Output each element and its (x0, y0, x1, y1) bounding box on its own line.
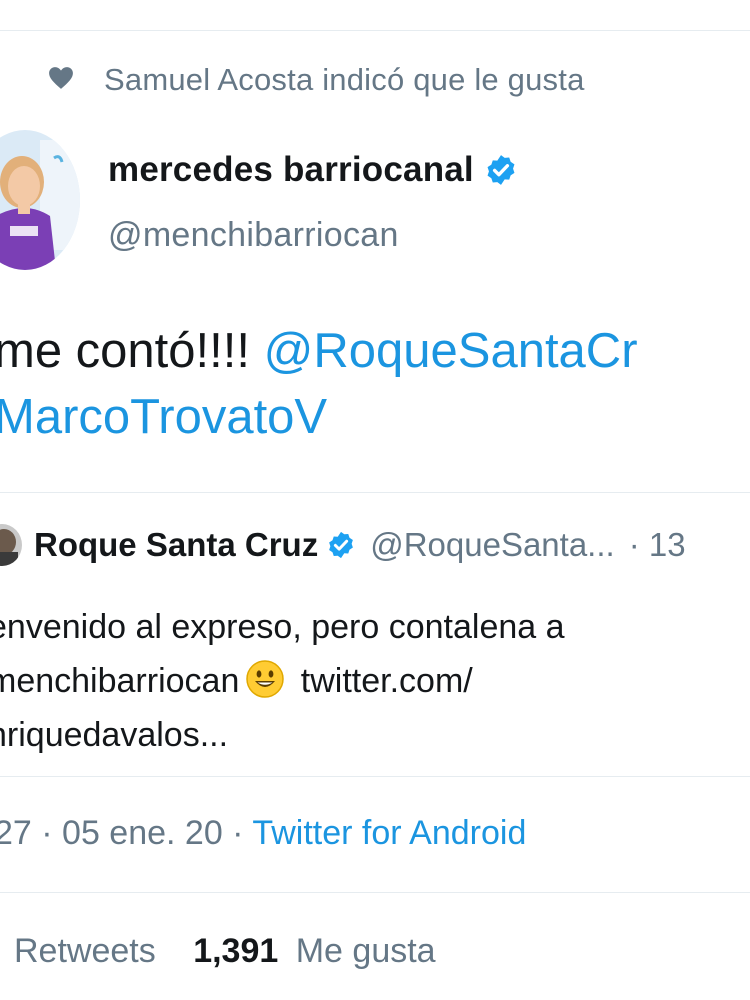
verified-badge-icon (326, 530, 356, 560)
tweet-stats: Retweets 1,391 Me gusta (14, 932, 436, 971)
likes-count[interactable]: 1,391 (193, 932, 278, 970)
quoted-tweet-header[interactable]: Roque Santa Cruz @RoqueSanta... · 13 (0, 524, 686, 566)
quoted-line-1: envenido al expreso, pero contalena a (0, 608, 565, 646)
author-name-row[interactable]: mercedes barriocanal (108, 150, 518, 190)
tweet-timestamp: 27 · 05 ene. 20 · (0, 814, 253, 852)
heart-icon (48, 66, 74, 95)
divider-quote (0, 492, 750, 493)
quoted-line-3: nriquedavalos... (0, 716, 229, 754)
social-context-text: Samuel Acosta indicó que le gusta (104, 62, 585, 97)
tweet-line-1: me contó!!!! @RoqueSantaCr (0, 318, 638, 384)
verified-badge-icon (484, 153, 518, 187)
quoted-line-2: menchibarriocan twitter.com/ (0, 654, 565, 708)
quoted-avatar[interactable] (0, 524, 22, 566)
tweet-source-link[interactable]: Twitter for Android (252, 814, 526, 852)
tweet-text-plain: me contó!!!! (0, 324, 264, 378)
quoted-mention: menchibarriocan (0, 662, 240, 700)
divider-meta (0, 776, 750, 777)
quoted-link[interactable]: twitter.com/ (291, 662, 473, 700)
tweet-line-2: MarcoTrovatoV (0, 384, 638, 450)
tweet-meta: 27 · 05 ene. 20 · Twitter for Android (0, 814, 526, 853)
smiley-emoji-icon (245, 659, 285, 699)
quoted-author-handle[interactable]: @RoqueSanta... (370, 526, 615, 564)
divider-top (0, 30, 750, 31)
quoted-time: · 13 (628, 526, 686, 563)
quoted-tweet-body[interactable]: envenido al expreso, pero contalena a me… (0, 600, 565, 762)
divider-stats (0, 892, 750, 893)
mention-link[interactable]: MarcoTrovatoV (0, 390, 327, 444)
tweet-text: me contó!!!! @RoqueSantaCr MarcoTrovatoV (0, 318, 638, 450)
author-name[interactable]: mercedes barriocanal (108, 150, 474, 190)
author-handle[interactable]: @menchibarriocan (108, 216, 399, 255)
quoted-author-name[interactable]: Roque Santa Cruz (34, 526, 318, 564)
likes-label[interactable]: Me gusta (296, 932, 436, 970)
social-context: Samuel Acosta indicó que le gusta (48, 62, 585, 98)
mention-link[interactable]: @RoqueSantaCr (264, 324, 638, 378)
retweets-label[interactable]: Retweets (14, 932, 156, 970)
author-avatar[interactable] (0, 130, 80, 270)
